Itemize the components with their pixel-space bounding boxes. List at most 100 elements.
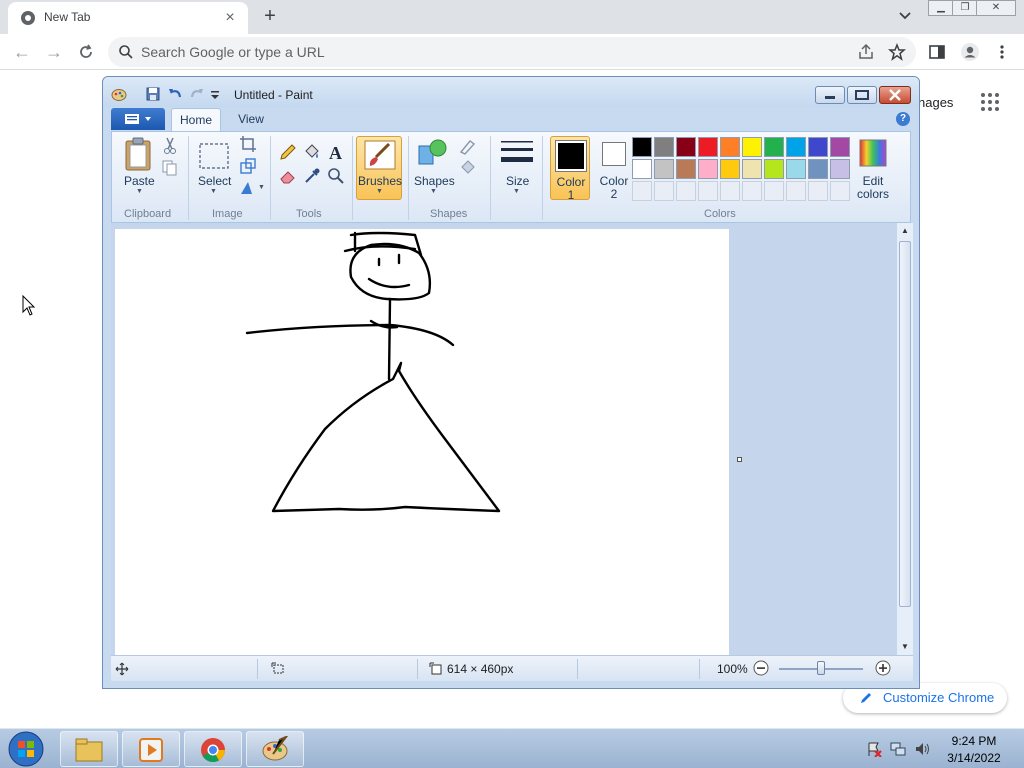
shapes-dropdown-icon[interactable]: ▼	[430, 188, 437, 195]
side-panel-icon[interactable]	[928, 43, 946, 61]
palette-swatch[interactable]	[654, 159, 674, 179]
color2-label-b[interactable]: 2	[596, 187, 632, 201]
palette-swatch[interactable]	[742, 159, 762, 179]
scroll-up-icon[interactable]: ▲	[899, 225, 911, 237]
palette-custom-slot[interactable]	[654, 181, 674, 201]
palette-swatch[interactable]	[720, 137, 740, 157]
magnifier-icon[interactable]	[326, 166, 346, 186]
volume-icon[interactable]	[914, 741, 930, 757]
zoom-out-icon[interactable]	[753, 660, 769, 676]
palette-swatch[interactable]	[786, 159, 806, 179]
edit-colors-rainbow-icon[interactable]	[858, 138, 888, 168]
palette-custom-slot[interactable]	[698, 181, 718, 201]
rotate-dropdown-icon[interactable]: ▼	[258, 184, 265, 191]
vertical-scroll-thumb[interactable]	[899, 241, 911, 607]
palette-swatch[interactable]	[632, 159, 652, 179]
fill-bucket-icon[interactable]	[302, 142, 322, 162]
forward-arrow-icon[interactable]: →	[42, 40, 66, 64]
zoom-in-icon[interactable]	[875, 660, 891, 676]
palette-swatch[interactable]	[764, 137, 784, 157]
select-button-label[interactable]: Select	[198, 174, 231, 188]
palette-swatch[interactable]	[808, 159, 828, 179]
palette-swatch[interactable]	[808, 137, 828, 157]
color2-button[interactable]	[602, 142, 626, 166]
shapes-icon[interactable]	[416, 136, 450, 170]
action-center-flag-icon[interactable]	[866, 741, 882, 757]
edit-colors-label-b[interactable]: colors	[852, 187, 894, 201]
palette-custom-slot[interactable]	[720, 181, 740, 201]
images-link[interactable]: nages	[918, 95, 953, 110]
kebab-menu-icon[interactable]	[994, 43, 1010, 61]
brushes-button[interactable]: Brushes ▼	[356, 136, 402, 200]
palette-custom-slot[interactable]	[786, 181, 806, 201]
apps-grid-icon[interactable]	[980, 92, 1000, 112]
palette-swatch[interactable]	[830, 137, 850, 157]
palette-swatch[interactable]	[698, 137, 718, 157]
clock-date[interactable]: 3/14/2022	[934, 751, 1014, 765]
select-dropdown-icon[interactable]: ▼	[210, 188, 217, 195]
customize-toolbar-chevron-icon[interactable]	[209, 86, 221, 102]
palette-swatch[interactable]	[742, 137, 762, 157]
network-icon[interactable]	[890, 741, 906, 757]
eraser-icon[interactable]	[278, 166, 298, 186]
resize-icon[interactable]	[238, 156, 258, 176]
outline-icon[interactable]	[458, 136, 478, 156]
canvas-resize-handle[interactable]	[737, 457, 742, 462]
palette-custom-slot[interactable]	[676, 181, 696, 201]
new-tab-button[interactable]: +	[258, 4, 282, 28]
paste-clipboard-icon[interactable]	[122, 136, 154, 172]
chrome-tab-new-tab[interactable]: New Tab ×	[8, 2, 248, 34]
vertical-scrollbar[interactable]: ▲ ▼	[897, 223, 913, 655]
paint-close-icon[interactable]	[879, 86, 911, 104]
pencil-tool-icon[interactable]	[278, 142, 298, 162]
edit-colors-label-a[interactable]: Edit	[852, 174, 894, 188]
clock-time[interactable]: 9:24 PM	[934, 734, 1014, 748]
size-lines-icon[interactable]	[500, 138, 534, 168]
tab-close-icon[interactable]: ×	[220, 8, 240, 28]
shapes-button-label[interactable]: Shapes	[414, 174, 455, 188]
palette-swatch[interactable]	[698, 159, 718, 179]
palette-custom-slot[interactable]	[764, 181, 784, 201]
drawing-canvas[interactable]	[115, 229, 729, 657]
taskbar-media-player[interactable]	[122, 731, 180, 767]
zoom-slider-thumb[interactable]	[817, 661, 825, 675]
omnibox-input[interactable]	[141, 41, 841, 63]
profile-avatar-icon[interactable]	[960, 42, 980, 62]
tab-view[interactable]: View	[231, 108, 271, 131]
taskbar-chrome[interactable]	[184, 731, 242, 767]
palette-custom-slot[interactable]	[830, 181, 850, 201]
palette-swatch[interactable]	[676, 137, 696, 157]
palette-custom-slot[interactable]	[742, 181, 762, 201]
palette-custom-slot[interactable]	[808, 181, 828, 201]
select-rectangle-icon[interactable]	[198, 142, 230, 170]
palette-swatch[interactable]	[830, 159, 850, 179]
fill-icon[interactable]	[458, 158, 478, 178]
palette-swatch[interactable]	[786, 137, 806, 157]
rotate-icon[interactable]	[238, 178, 258, 198]
palette-custom-slot[interactable]	[632, 181, 652, 201]
help-icon[interactable]: ?	[896, 112, 910, 126]
paint-app-icon[interactable]	[111, 86, 127, 102]
windows-start-orb-icon[interactable]	[4, 730, 48, 768]
omnibox[interactable]	[108, 37, 916, 67]
color-picker-icon[interactable]	[302, 166, 322, 186]
size-button-label[interactable]: Size	[506, 174, 529, 188]
back-arrow-icon[interactable]: ←	[10, 40, 34, 64]
chevron-down-icon[interactable]	[895, 6, 915, 26]
paste-dropdown-icon[interactable]: ▼	[136, 188, 143, 195]
paste-button-label[interactable]: Paste	[124, 174, 155, 188]
palette-swatch[interactable]	[720, 159, 740, 179]
color2-label-a[interactable]: Color	[596, 174, 632, 188]
paint-minimize-icon[interactable]	[815, 86, 845, 104]
crop-icon[interactable]	[238, 134, 258, 154]
restore-icon[interactable]: ❐	[952, 0, 978, 16]
scroll-down-icon[interactable]: ▼	[899, 641, 911, 653]
bookmark-star-icon[interactable]	[888, 43, 906, 61]
minimize-icon[interactable]: ▁	[928, 0, 954, 16]
taskbar-explorer[interactable]	[60, 731, 118, 767]
palette-swatch[interactable]	[676, 159, 696, 179]
text-tool-icon[interactable]: A	[326, 142, 346, 162]
save-icon[interactable]	[145, 86, 161, 102]
paint-file-menu-button[interactable]	[111, 108, 165, 130]
cut-scissors-icon[interactable]	[160, 136, 180, 156]
